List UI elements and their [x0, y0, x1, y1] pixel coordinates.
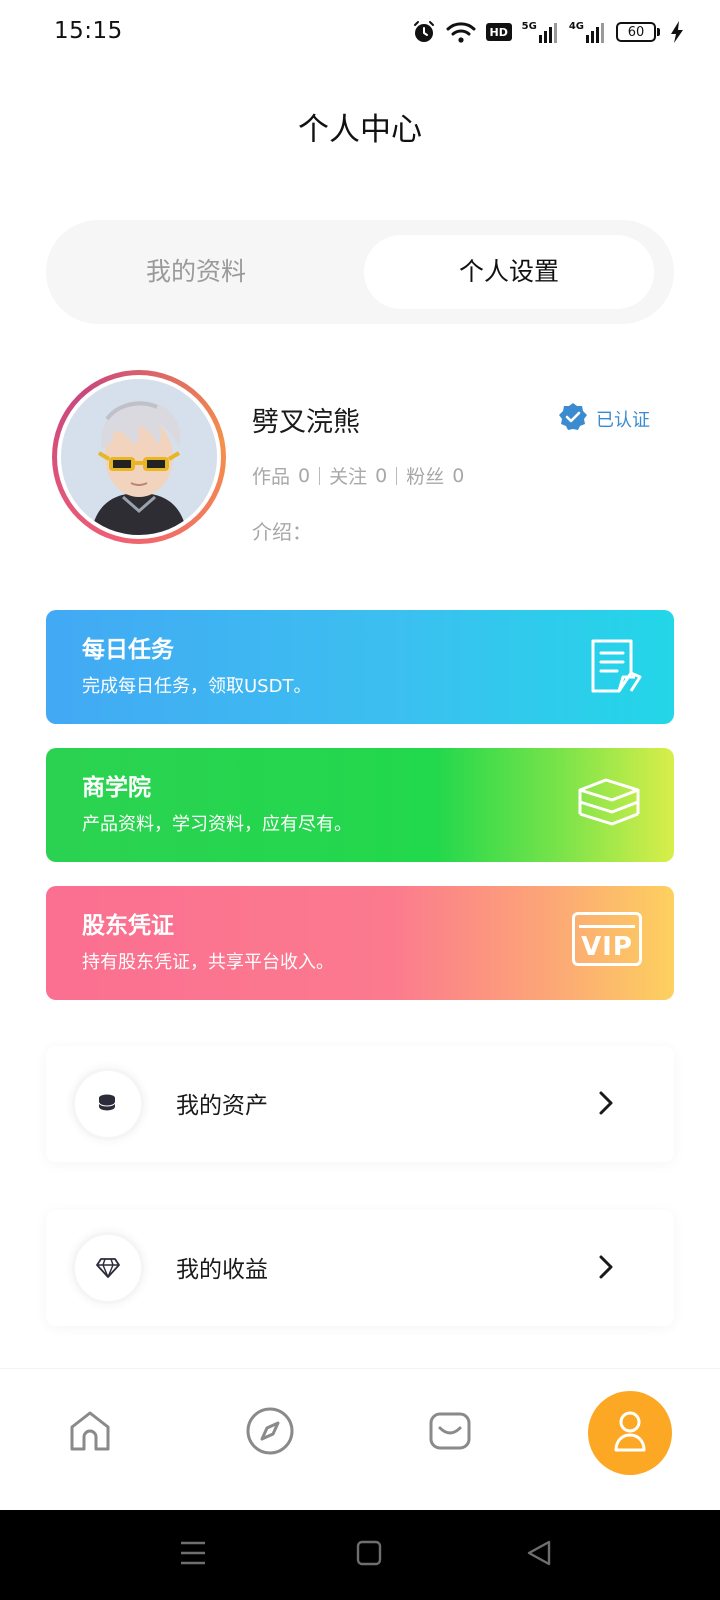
card-title: 每日任务: [82, 637, 174, 663]
card-description: 完成每日任务，领取USDT。: [82, 676, 312, 697]
shareholder-voucher-card[interactable]: 股东凭证 持有股东凭证，共享平台收入。 VIP: [46, 886, 674, 1000]
back-button[interactable]: [526, 1540, 552, 1570]
avatar[interactable]: [52, 370, 226, 544]
document-icon: [590, 638, 642, 698]
signal-4g-icon: 4G: [569, 21, 606, 43]
signal-5g-icon: 5G: [522, 21, 559, 43]
card-title: 股东凭证: [82, 913, 174, 939]
tab-personal-settings[interactable]: 个人设置: [364, 235, 654, 309]
tab-messages[interactable]: [408, 1391, 492, 1475]
menu-label: 我的资产: [176, 1093, 268, 1119]
verified-badge: 已认证: [558, 402, 650, 436]
tab-discover[interactable]: [228, 1391, 312, 1475]
user-icon: [613, 1410, 647, 1456]
card-title: 商学院: [82, 775, 151, 801]
stat-following-label: 关注: [329, 466, 368, 488]
recent-apps-button[interactable]: [180, 1540, 206, 1570]
user-name: 劈叉浣熊: [252, 407, 360, 438]
tab-home[interactable]: [48, 1391, 132, 1475]
tab-my-profile[interactable]: 我的资料: [46, 235, 346, 309]
coins-icon: [72, 1068, 144, 1140]
stat-works-label: 作品: [252, 466, 291, 488]
layers-icon: [576, 776, 642, 836]
status-bar: 15:15 HD 5G 4G 60: [0, 0, 720, 64]
tab-me[interactable]: [588, 1391, 672, 1475]
stat-followers-value: 0: [452, 464, 465, 487]
segmented-control: 我的资料 个人设置: [46, 220, 674, 324]
diamond-icon: [72, 1232, 144, 1304]
chevron-right-icon: [598, 1090, 614, 1120]
home-icon: [68, 1409, 112, 1457]
wifi-icon: [446, 20, 476, 44]
vip-text: VIP: [581, 932, 633, 962]
stat-divider: [396, 466, 398, 485]
stat-following-value: 0: [375, 464, 388, 487]
stat-works-value: 0: [298, 464, 311, 487]
profile-stats: 作品 0 关注 0 粉丝 0: [252, 462, 464, 489]
bottom-tab-bar: [0, 1368, 720, 1510]
hd-icon: HD: [485, 23, 512, 41]
compass-icon: [245, 1406, 295, 1460]
vip-card-icon: VIP: [572, 912, 642, 970]
stat-followers-label: 粉丝: [406, 466, 445, 488]
business-school-card[interactable]: 商学院 产品资料，学习资料，应有尽有。: [46, 748, 674, 862]
profile-intro: 介绍：: [252, 520, 312, 544]
alarm-icon: [412, 20, 436, 44]
home-button[interactable]: [356, 1540, 382, 1570]
page-title: 个人中心: [298, 112, 422, 148]
verified-label: 已认证: [596, 410, 650, 431]
status-time: 15:15: [54, 18, 123, 44]
daily-tasks-card[interactable]: 每日任务 完成每日任务，领取USDT。: [46, 610, 674, 724]
my-income-row[interactable]: 我的收益: [46, 1210, 674, 1326]
card-description: 持有股东凭证，共享平台收入。: [82, 952, 334, 973]
my-assets-row[interactable]: 我的资产: [46, 1046, 674, 1162]
message-icon: [428, 1411, 472, 1455]
charging-icon: [670, 20, 684, 44]
verified-check-icon: [558, 402, 588, 436]
avatar-image: [61, 379, 217, 535]
menu-label: 我的收益: [176, 1257, 268, 1283]
stat-divider: [319, 466, 321, 485]
card-description: 产品资料，学习资料，应有尽有。: [82, 814, 352, 835]
status-icons: HD 5G 4G 60: [412, 18, 684, 46]
system-nav-bar: [0, 1510, 720, 1600]
chevron-right-icon: [598, 1254, 614, 1284]
battery-icon: 60: [616, 22, 660, 42]
